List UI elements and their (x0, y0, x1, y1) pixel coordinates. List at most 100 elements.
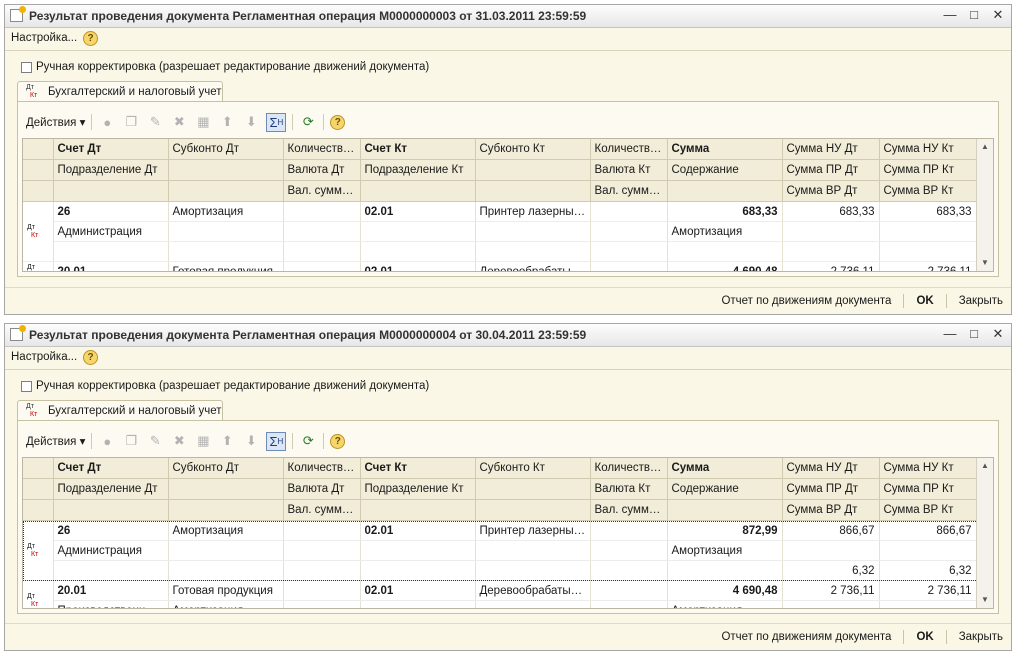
refresh-icon[interactable]: ⟳ (299, 432, 317, 450)
table-cell[interactable]: 6,32 (879, 560, 977, 581)
table-cell[interactable]: 4 690,48 (667, 261, 783, 271)
table-cell[interactable]: 683,33 (879, 202, 977, 222)
table-cell[interactable]: Администрация (53, 540, 169, 561)
column-header[interactable] (475, 180, 591, 202)
column-header[interactable]: Количество... (283, 458, 361, 479)
vertical-scrollbar[interactable]: ▲ ▼ (976, 139, 993, 271)
table-cell[interactable]: 02.01 (360, 261, 476, 271)
save-icon[interactable]: ▦ (194, 113, 212, 131)
column-header[interactable]: Сумма НУ Дт (782, 139, 880, 160)
column-header[interactable]: Сумма (667, 458, 783, 479)
scroll-down-icon[interactable]: ▼ (977, 592, 993, 608)
table-cell[interactable] (283, 560, 361, 581)
column-header[interactable]: Валюта Кт (590, 478, 668, 500)
column-header[interactable]: Подразделение Кт (360, 478, 476, 500)
table-cell[interactable] (53, 560, 169, 581)
manual-correction-checkbox[interactable] (21, 61, 32, 73)
table-cell[interactable] (360, 540, 476, 561)
table-cell[interactable]: 4 690,48 (667, 580, 783, 601)
table-cell[interactable]: Принтер лазерный... (475, 202, 591, 222)
table-row[interactable]: Администрация Амортизация (23, 221, 977, 242)
table-cell[interactable]: Готовая продукция (168, 261, 284, 271)
table-cell[interactable] (283, 580, 361, 601)
column-header[interactable]: Субконто Дт (168, 458, 284, 479)
column-header[interactable] (168, 159, 284, 181)
table-cell[interactable] (879, 241, 977, 262)
manual-correction-row[interactable]: Ручная корректировка (разрешает редактир… (21, 61, 429, 73)
help-icon[interactable]: ? (330, 114, 346, 130)
table-cell[interactable]: Амортизация (168, 600, 284, 608)
save-icon[interactable]: ▦ (194, 432, 212, 450)
table-cell[interactable] (475, 221, 591, 242)
move-up-icon[interactable]: ⬆ (218, 113, 236, 131)
column-header[interactable]: Сумма НУ Кт (879, 139, 977, 160)
table-cell[interactable] (283, 221, 361, 242)
table-cell[interactable] (53, 241, 169, 262)
add-icon[interactable]: ● (98, 113, 116, 131)
movements-grid[interactable]: Счет Дт Субконто Дт Количество... Счет К… (22, 457, 994, 609)
table-cell[interactable] (782, 221, 880, 242)
column-header[interactable]: Вал. сумма... (283, 180, 361, 202)
column-header[interactable] (475, 478, 591, 500)
table-cell[interactable]: Производственный... (53, 600, 169, 608)
table-cell[interactable]: 872,99 (667, 521, 783, 541)
column-header[interactable]: Количество... (590, 458, 668, 479)
column-header[interactable]: Счет Кт (360, 139, 476, 160)
maximize-button[interactable]: □ (967, 326, 981, 342)
table-cell[interactable] (168, 221, 284, 242)
edit-icon[interactable]: ✎ (146, 432, 164, 450)
column-header[interactable]: Вал. сумма... (283, 499, 361, 521)
help-icon[interactable]: ? (330, 433, 346, 449)
sigma-totals-icon[interactable]: ΣН (266, 431, 287, 451)
table-cell[interactable] (168, 241, 284, 262)
table-cell[interactable] (283, 241, 361, 262)
table-cell[interactable]: Амортизация (667, 221, 783, 242)
column-header[interactable]: Сумма ВР Кт (879, 499, 977, 521)
table-cell[interactable]: 02.01 (360, 521, 476, 541)
table-cell[interactable] (667, 241, 783, 262)
table-cell[interactable] (360, 221, 476, 242)
column-header[interactable]: Валюта Кт (590, 159, 668, 181)
settings-button[interactable]: Настройка... (11, 351, 77, 363)
table-cell[interactable]: 2 736,11 (879, 261, 977, 271)
refresh-icon[interactable]: ⟳ (299, 113, 317, 131)
column-header[interactable]: Сумма ПР Кт (879, 478, 977, 500)
table-cell[interactable] (283, 540, 361, 561)
table-cell[interactable] (168, 540, 284, 561)
column-header[interactable]: Подразделение Дт (53, 478, 169, 500)
table-cell[interactable]: Принтер лазерный... (475, 521, 591, 541)
settings-button[interactable]: Настройка... (11, 32, 77, 44)
table-cell[interactable] (590, 560, 668, 581)
table-cell[interactable] (360, 560, 476, 581)
move-down-icon[interactable]: ⬇ (242, 432, 260, 450)
close-button[interactable]: ✕ (991, 7, 1005, 23)
table-row[interactable]: Дт Кт 26 Амортизация 02.01 Принтер лазерн… (23, 521, 977, 581)
table-cell[interactable]: 26 (53, 521, 169, 541)
table-cell[interactable] (590, 202, 668, 222)
table-cell[interactable]: Амортизация (168, 521, 284, 541)
column-header[interactable]: Валюта Дт (283, 478, 361, 500)
table-cell[interactable]: Амортизация (667, 540, 783, 561)
column-header[interactable] (475, 499, 591, 521)
column-header[interactable] (53, 180, 169, 202)
table-cell[interactable] (782, 241, 880, 262)
add-icon[interactable]: ● (98, 432, 116, 450)
column-header[interactable]: Сумма НУ Дт (782, 458, 880, 479)
table-row[interactable]: ДтКт 20.01 Готовая продукция 02.01 Дерев… (23, 580, 977, 608)
help-icon[interactable]: ? (83, 350, 98, 365)
table-cell[interactable] (360, 600, 476, 608)
table-cell[interactable] (475, 241, 591, 262)
table-row[interactable]: 6,32 6,32 (23, 560, 977, 581)
column-header[interactable] (475, 159, 591, 181)
column-header[interactable]: Счет Дт (53, 458, 169, 479)
table-cell[interactable] (879, 221, 977, 242)
table-cell[interactable] (283, 261, 361, 271)
movements-grid[interactable]: Счет Дт Субконто Дт Количество... Счет К… (22, 138, 994, 272)
column-header[interactable]: Счет Дт (53, 139, 169, 160)
table-row[interactable]: Производственный... Амортизация Амортиза… (23, 600, 977, 608)
table-cell[interactable] (360, 241, 476, 262)
column-header[interactable] (168, 180, 284, 202)
help-icon[interactable]: ? (83, 31, 98, 46)
close-form-button[interactable]: Закрыть (959, 295, 1003, 307)
table-row[interactable] (23, 241, 977, 262)
